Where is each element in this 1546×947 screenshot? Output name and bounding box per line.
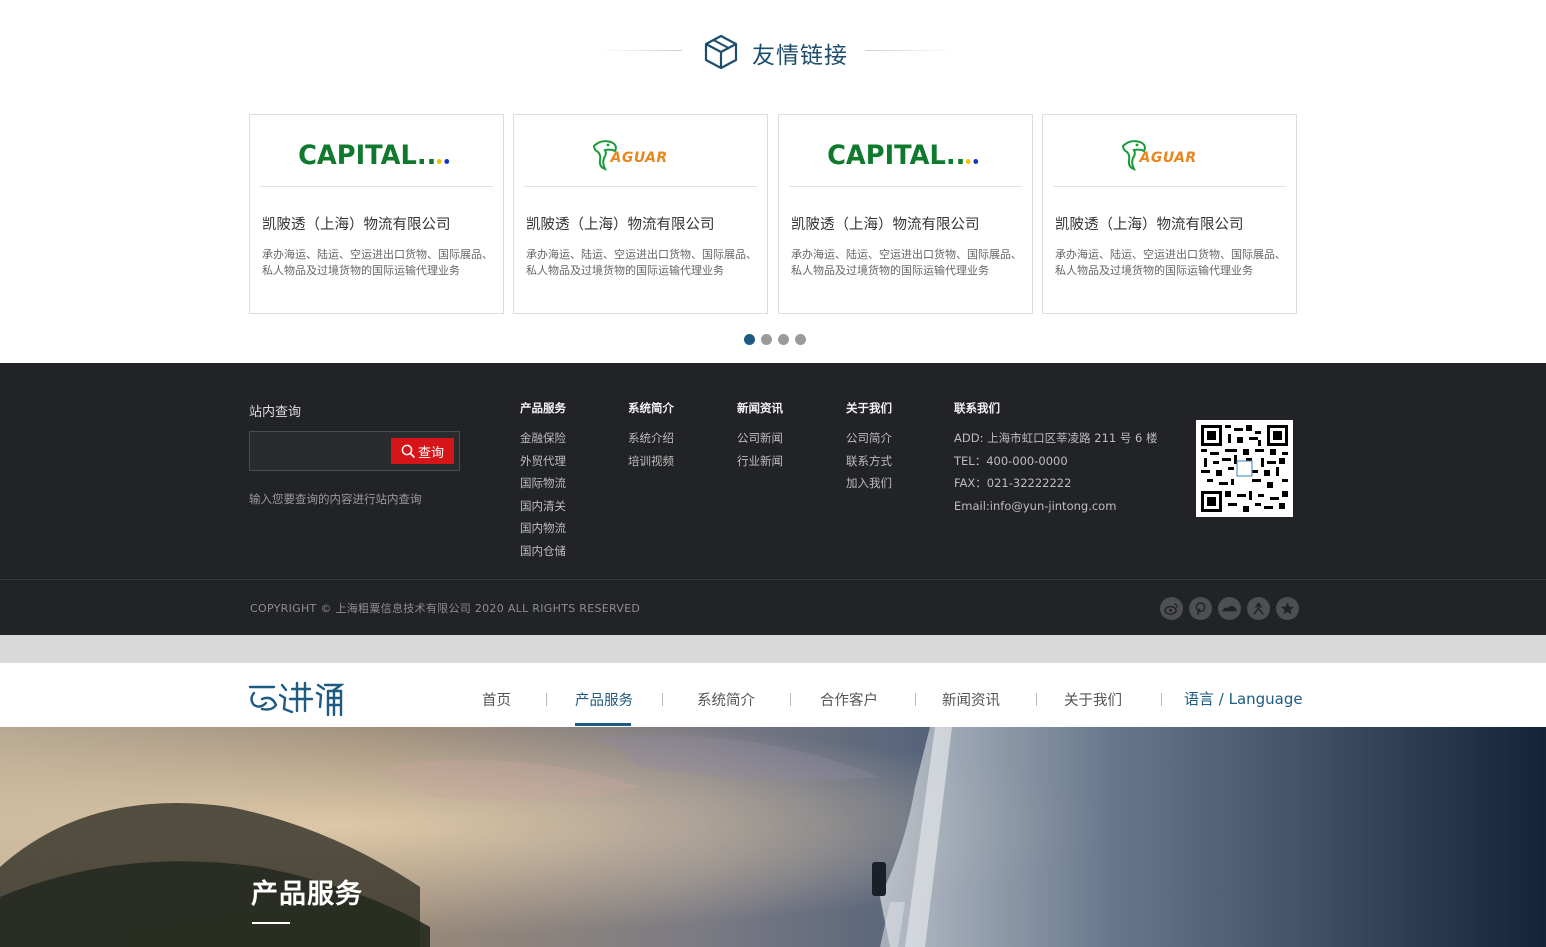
nav-item-home[interactable]: 首页	[482, 689, 511, 710]
nav-item-about[interactable]: 关于我们	[1064, 689, 1122, 710]
pagination-dot-2[interactable]	[761, 334, 772, 345]
pagination-dot-1[interactable]	[744, 334, 755, 345]
partner-card-title: 凯陂透（上海）物流有限公司	[526, 217, 715, 233]
carousel-pagination	[744, 334, 806, 345]
banner-title: 产品服务	[251, 879, 363, 910]
nav-separator	[1036, 693, 1037, 706]
social-links	[1160, 597, 1299, 620]
pinterest-icon[interactable]	[1189, 597, 1212, 620]
footer-col-products: 产品服务 金融保险 外贸代理 国际物流 国内清关 国内物流 国内仓储	[520, 400, 566, 563]
footer-link[interactable]: 培训视频	[628, 450, 674, 473]
partner-logo-capital: CAPITAL..	[789, 125, 1022, 187]
partner-card-title: 凯陂透（上海）物流有限公司	[791, 217, 980, 233]
partner-card[interactable]: AGUAR 凯陂透（上海）物流有限公司 承办海运、陆运、空运进出口货物、国际展品…	[513, 114, 768, 314]
friend-links-section: 友情链接 CAPITAL.. 凯陂透（上海）物流有限公司 承办海运、陆运、空运进…	[0, 0, 1546, 363]
search-label: 站内查询	[249, 405, 302, 420]
section-title: 友情链接	[752, 43, 848, 69]
partner-card-desc: 承办海运、陆运、空运进出口货物、国际展品、私人物品及过境货物的国际运输代理业务	[526, 248, 757, 277]
weibo-icon[interactable]	[1160, 597, 1183, 620]
contact-tel: TEL：400-000-0000	[954, 453, 1068, 468]
contact-email-link[interactable]: Email:info@yun-jintong.com	[954, 495, 1158, 518]
banner-title-underline	[252, 922, 290, 924]
footer-col-title: 新闻资讯	[737, 401, 783, 415]
partner-card[interactable]: CAPITAL.. 凯陂透（上海）物流有限公司 承办海运、陆运、空运进出口货物、…	[778, 114, 1033, 314]
footer-col-contact: 联系我们 ADD: 上海市虹口区莘凌路 211 号 6 楼 TEL：400-00…	[954, 400, 1158, 517]
footer-link[interactable]: 外贸代理	[520, 450, 566, 473]
footer-col-about: 关于我们 公司简介 联系方式 加入我们	[846, 400, 892, 495]
nav-item-news[interactable]: 新闻资讯	[942, 689, 1000, 710]
nav-active-indicator	[575, 723, 631, 726]
search-button[interactable]: 查询	[391, 438, 454, 464]
partner-card-title: 凯陂透（上海）物流有限公司	[1055, 217, 1244, 233]
heading-divider-right	[865, 50, 955, 51]
search-box: 查询	[249, 431, 460, 471]
footer-link[interactable]: 行业新闻	[737, 450, 783, 473]
search-button-label: 查询	[417, 445, 444, 461]
partner-card-desc: 承办海运、陆运、空运进出口货物、国际展品、私人物品及过境货物的国际运输代理业务	[791, 248, 1022, 277]
star-icon[interactable]	[1276, 597, 1299, 620]
partner-logo-capital: CAPITAL..	[260, 125, 493, 187]
nav-separator	[662, 693, 663, 706]
footer-divider	[0, 579, 1546, 580]
footer-link[interactable]: 公司新闻	[737, 427, 783, 450]
footer-col-title: 系统简介	[628, 401, 674, 415]
footer-link[interactable]: 金融保险	[520, 427, 566, 450]
partner-card-desc: 承办海运、陆运、空运进出口货物、国际展品、私人物品及过境货物的国际运输代理业务	[1055, 248, 1286, 277]
nav-item-products[interactable]: 产品服务	[575, 689, 633, 710]
heading-divider-left	[598, 50, 682, 51]
footer-link[interactable]: 国内清关	[520, 495, 566, 518]
nav-item-clients[interactable]: 合作客户	[820, 689, 878, 710]
box-icon	[704, 34, 738, 70]
hero-banner: 产品服务	[0, 727, 1546, 947]
qr-code-icon	[1201, 425, 1288, 512]
footer-col-title: 联系我们	[954, 401, 1000, 415]
partner-card[interactable]: CAPITAL.. 凯陂透（上海）物流有限公司 承办海运、陆运、空运进出口货物、…	[249, 114, 504, 314]
contact-fax: FAX：021-32222222	[954, 476, 1072, 491]
footer-link[interactable]: 公司简介	[846, 427, 892, 450]
nav-separator	[790, 693, 791, 706]
partner-card-title: 凯陂透（上海）物流有限公司	[262, 217, 451, 233]
footer-col-system: 系统简介 系统介绍 培训视频	[628, 400, 674, 472]
search-icon	[401, 444, 415, 458]
site-logo[interactable]	[248, 679, 344, 719]
contact-address: ADD: 上海市虹口区莘凌路 211 号 6 楼	[954, 431, 1158, 445]
pagination-dot-4[interactable]	[795, 334, 806, 345]
footer-col-title: 产品服务	[520, 401, 566, 415]
renren-icon[interactable]	[1247, 597, 1270, 620]
partner-card[interactable]: AGUAR 凯陂透（上海）物流有限公司 承办海运、陆运、空运进出口货物、国际展品…	[1042, 114, 1297, 314]
pagination-dot-3[interactable]	[778, 334, 789, 345]
footer-link[interactable]: 国内仓储	[520, 540, 566, 563]
nav-separator	[1161, 693, 1162, 706]
banner-background-image	[0, 727, 1546, 947]
footer-link[interactable]: 系统介绍	[628, 427, 674, 450]
top-navbar: 首页 产品服务 系统简介 合作客户 新闻资讯 关于我们 语言 / Languag…	[0, 663, 1546, 727]
language-switcher[interactable]: 语言 / Language	[1184, 688, 1303, 709]
partner-card-desc: 承办海运、陆运、空运进出口货物、国际展品、私人物品及过境货物的国际运输代理业务	[262, 248, 493, 277]
partner-cards: CAPITAL.. 凯陂透（上海）物流有限公司 承办海运、陆运、空运进出口货物、…	[249, 114, 1297, 314]
cloud-icon[interactable]	[1218, 597, 1241, 620]
site-search-input[interactable]	[254, 436, 389, 466]
nav-separator	[546, 693, 547, 706]
search-hint: 输入您要查询的内容进行站内查询	[249, 492, 422, 506]
partner-logo-jaguar: AGUAR	[1053, 125, 1286, 187]
nav-item-system[interactable]: 系统简介	[697, 689, 755, 710]
copyright-text: COPYRIGHT © 上海粗粟信息技术有限公司 2020 ALL RIGHTS…	[250, 602, 641, 615]
footer-link[interactable]: 联系方式	[846, 450, 892, 473]
footer-link[interactable]: 加入我们	[846, 472, 892, 495]
footer-link[interactable]: 国内物流	[520, 517, 566, 540]
site-footer: 站内查询 查询 输入您要查询的内容进行站内查询 产品服务 金融保险 外贸代理 国…	[0, 363, 1546, 635]
page-separator-band	[0, 635, 1546, 663]
nav-separator	[915, 693, 916, 706]
footer-link[interactable]: 国际物流	[520, 472, 566, 495]
footer-col-news: 新闻资讯 公司新闻 行业新闻	[737, 400, 783, 472]
footer-col-title: 关于我们	[846, 401, 892, 415]
partner-logo-jaguar: AGUAR	[524, 125, 757, 187]
wechat-qr-code	[1196, 420, 1293, 517]
